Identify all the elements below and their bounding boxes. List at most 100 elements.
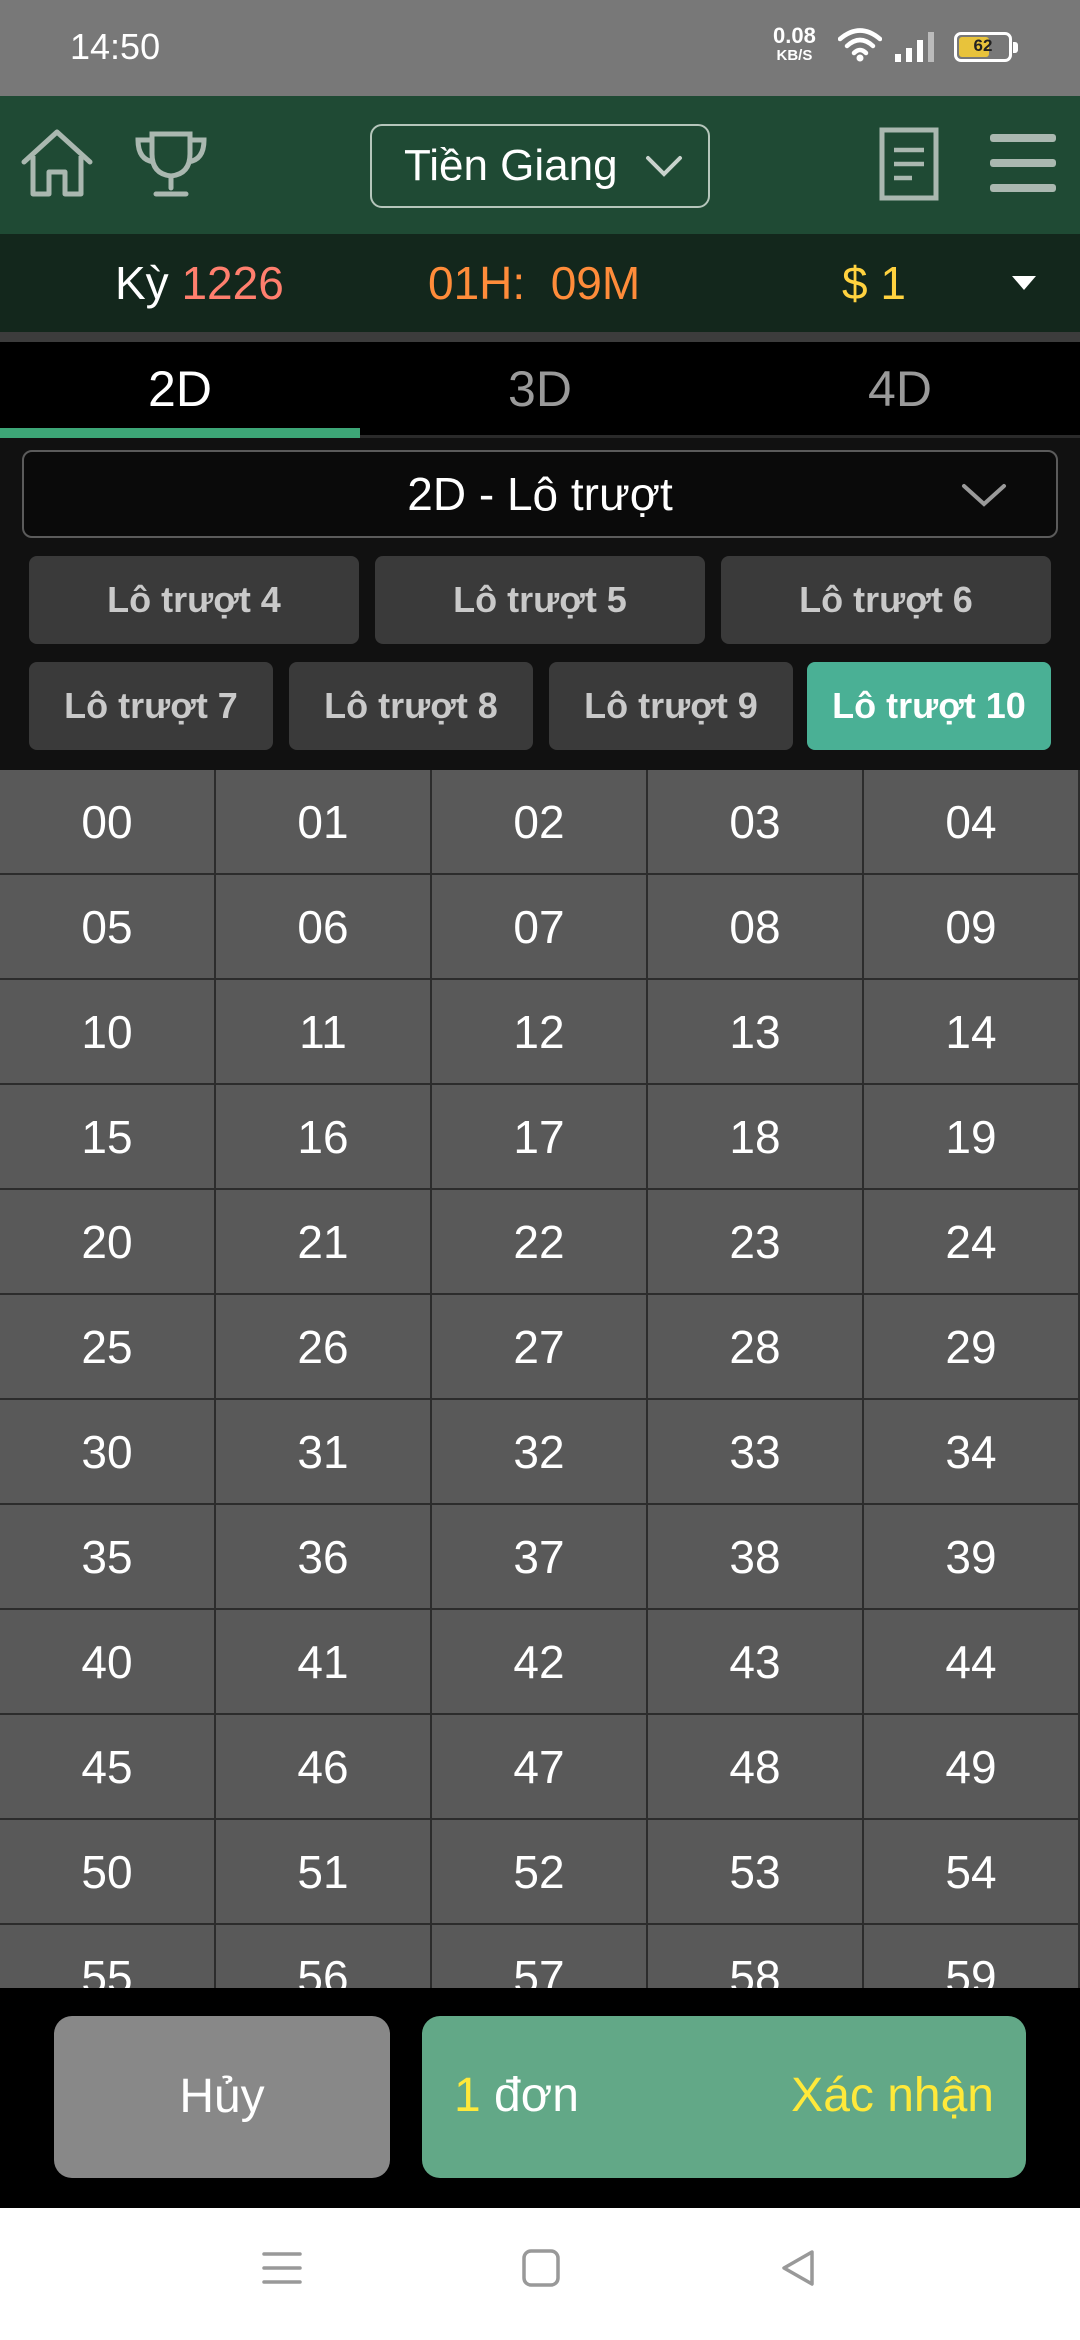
network-speed-unit: KB/S (776, 47, 813, 64)
number-cell[interactable]: 35 (0, 1505, 216, 1610)
number-cell[interactable]: 39 (864, 1505, 1080, 1610)
draw-number: Kỳ 1226 (115, 256, 284, 310)
document-icon[interactable] (878, 126, 940, 202)
number-cell[interactable]: 06 (216, 875, 432, 980)
number-cell[interactable]: 52 (432, 1820, 648, 1925)
cancel-button[interactable]: Hủy (54, 2016, 390, 2178)
number-cell[interactable]: 47 (432, 1715, 648, 1820)
number-cell[interactable]: 27 (432, 1295, 648, 1400)
number-cell[interactable]: 26 (216, 1295, 432, 1400)
bet-type-selected: 2D - Lô trượt (407, 468, 673, 520)
number-cell[interactable]: 41 (216, 1610, 432, 1715)
number-cell[interactable]: 36 (216, 1505, 432, 1610)
number-cell[interactable]: 48 (648, 1715, 864, 1820)
number-cell[interactable]: 24 (864, 1190, 1080, 1295)
option-lo-truot-7[interactable]: Lô trượt 7 (29, 662, 273, 750)
recent-apps-icon[interactable] (262, 2250, 302, 2286)
number-cell[interactable]: 46 (216, 1715, 432, 1820)
number-cell[interactable]: 20 (0, 1190, 216, 1295)
number-cell[interactable]: 10 (0, 980, 216, 1085)
number-cell[interactable]: 51 (216, 1820, 432, 1925)
action-footer: Hủy 1 đơn Xác nhận (0, 1988, 1080, 2208)
number-cell[interactable]: 14 (864, 980, 1080, 1085)
bet-type-dropdown[interactable]: 2D - Lô trượt (22, 450, 1058, 538)
number-cell[interactable]: 16 (216, 1085, 432, 1190)
number-cell[interactable]: 45 (0, 1715, 216, 1820)
option-lo-truot-5[interactable]: Lô trượt 5 (375, 556, 705, 644)
number-cell[interactable]: 18 (648, 1085, 864, 1190)
number-cell[interactable]: 09 (864, 875, 1080, 980)
number-cell[interactable]: 05 (0, 875, 216, 980)
home-nav-icon[interactable] (521, 2248, 561, 2288)
home-icon[interactable] (18, 126, 96, 200)
number-cell[interactable]: 02 (432, 770, 648, 875)
tab-2d[interactable]: 2D (0, 342, 360, 438)
province-selector[interactable]: Tiền Giang (370, 124, 710, 208)
signal-icon (895, 32, 934, 62)
number-cell[interactable]: 15 (0, 1085, 216, 1190)
number-cell[interactable]: 31 (216, 1400, 432, 1505)
status-time: 14:50 (70, 26, 161, 67)
trophy-icon[interactable] (132, 128, 210, 200)
number-cell[interactable]: 07 (432, 875, 648, 980)
number-cell[interactable]: 12 (432, 980, 648, 1085)
bet-type-panel: 2D - Lô trượt Lô trượt 4 Lô trượt 5 Lô t… (0, 438, 1080, 770)
number-cell[interactable]: 13 (648, 980, 864, 1085)
number-cell[interactable]: 04 (864, 770, 1080, 875)
number-cell[interactable]: 33 (648, 1400, 864, 1505)
order-count: 1 đơn (454, 2068, 579, 2123)
number-cell[interactable]: 56 (216, 1925, 432, 1988)
number-cell[interactable]: 42 (432, 1610, 648, 1715)
number-cell[interactable]: 21 (216, 1190, 432, 1295)
menu-icon[interactable] (990, 132, 1056, 194)
number-cell[interactable]: 59 (864, 1925, 1080, 1988)
number-cell[interactable]: 50 (0, 1820, 216, 1925)
back-nav-icon[interactable] (778, 2248, 818, 2288)
number-cell[interactable]: 11 (216, 980, 432, 1085)
draw-label: Kỳ (115, 257, 169, 309)
order-count-value: 1 (454, 2069, 481, 2122)
confirm-button[interactable]: 1 đơn Xác nhận (422, 2016, 1026, 2178)
draw-info-bar: Kỳ 1226 01H: 09M $ 1 (0, 234, 1080, 332)
option-lo-truot-4[interactable]: Lô trượt 4 (29, 556, 359, 644)
number-cell[interactable]: 38 (648, 1505, 864, 1610)
number-cell[interactable]: 57 (432, 1925, 648, 1988)
number-cell[interactable]: 54 (864, 1820, 1080, 1925)
chevron-down-icon (646, 156, 682, 177)
network-speed-value: 0.08 (773, 23, 816, 48)
number-cell[interactable]: 32 (432, 1400, 648, 1505)
balance-dropdown-icon[interactable] (1012, 276, 1036, 290)
status-bar: 14:50 0.08 KB/S 62 (0, 0, 1080, 96)
number-cell[interactable]: 53 (648, 1820, 864, 1925)
number-grid: 00 01 02 03 04 05 06 07 08 09 10 11 12 13 14 15 16 17 18 19… (0, 770, 1080, 1988)
number-cell[interactable]: 23 (648, 1190, 864, 1295)
option-lo-truot-9[interactable]: Lô trượt 9 (549, 662, 793, 750)
number-cell[interactable]: 40 (0, 1610, 216, 1715)
number-cell[interactable]: 49 (864, 1715, 1080, 1820)
number-cell[interactable]: 17 (432, 1085, 648, 1190)
number-cell[interactable]: 25 (0, 1295, 216, 1400)
province-label: Tiền Giang (404, 141, 618, 190)
number-cell[interactable]: 29 (864, 1295, 1080, 1400)
option-lo-truot-6[interactable]: Lô trượt 6 (721, 556, 1051, 644)
option-lo-truot-10[interactable]: Lô trượt 10 (807, 662, 1051, 750)
number-cell[interactable]: 00 (0, 770, 216, 875)
app-header: Tiền Giang (0, 96, 1080, 234)
number-cell[interactable]: 43 (648, 1610, 864, 1715)
countdown-timer: 01H: 09M (428, 257, 641, 309)
number-cell[interactable]: 28 (648, 1295, 864, 1400)
number-cell[interactable]: 22 (432, 1190, 648, 1295)
number-cell[interactable]: 44 (864, 1610, 1080, 1715)
number-cell[interactable]: 37 (432, 1505, 648, 1610)
number-cell[interactable]: 08 (648, 875, 864, 980)
number-cell[interactable]: 34 (864, 1400, 1080, 1505)
option-lo-truot-8[interactable]: Lô trượt 8 (289, 662, 533, 750)
tab-3d[interactable]: 3D (360, 342, 720, 435)
number-cell[interactable]: 01 (216, 770, 432, 875)
number-cell[interactable]: 30 (0, 1400, 216, 1505)
tab-4d[interactable]: 4D (720, 342, 1080, 435)
number-cell[interactable]: 55 (0, 1925, 216, 1988)
number-cell[interactable]: 19 (864, 1085, 1080, 1190)
number-cell[interactable]: 58 (648, 1925, 864, 1988)
number-cell[interactable]: 03 (648, 770, 864, 875)
